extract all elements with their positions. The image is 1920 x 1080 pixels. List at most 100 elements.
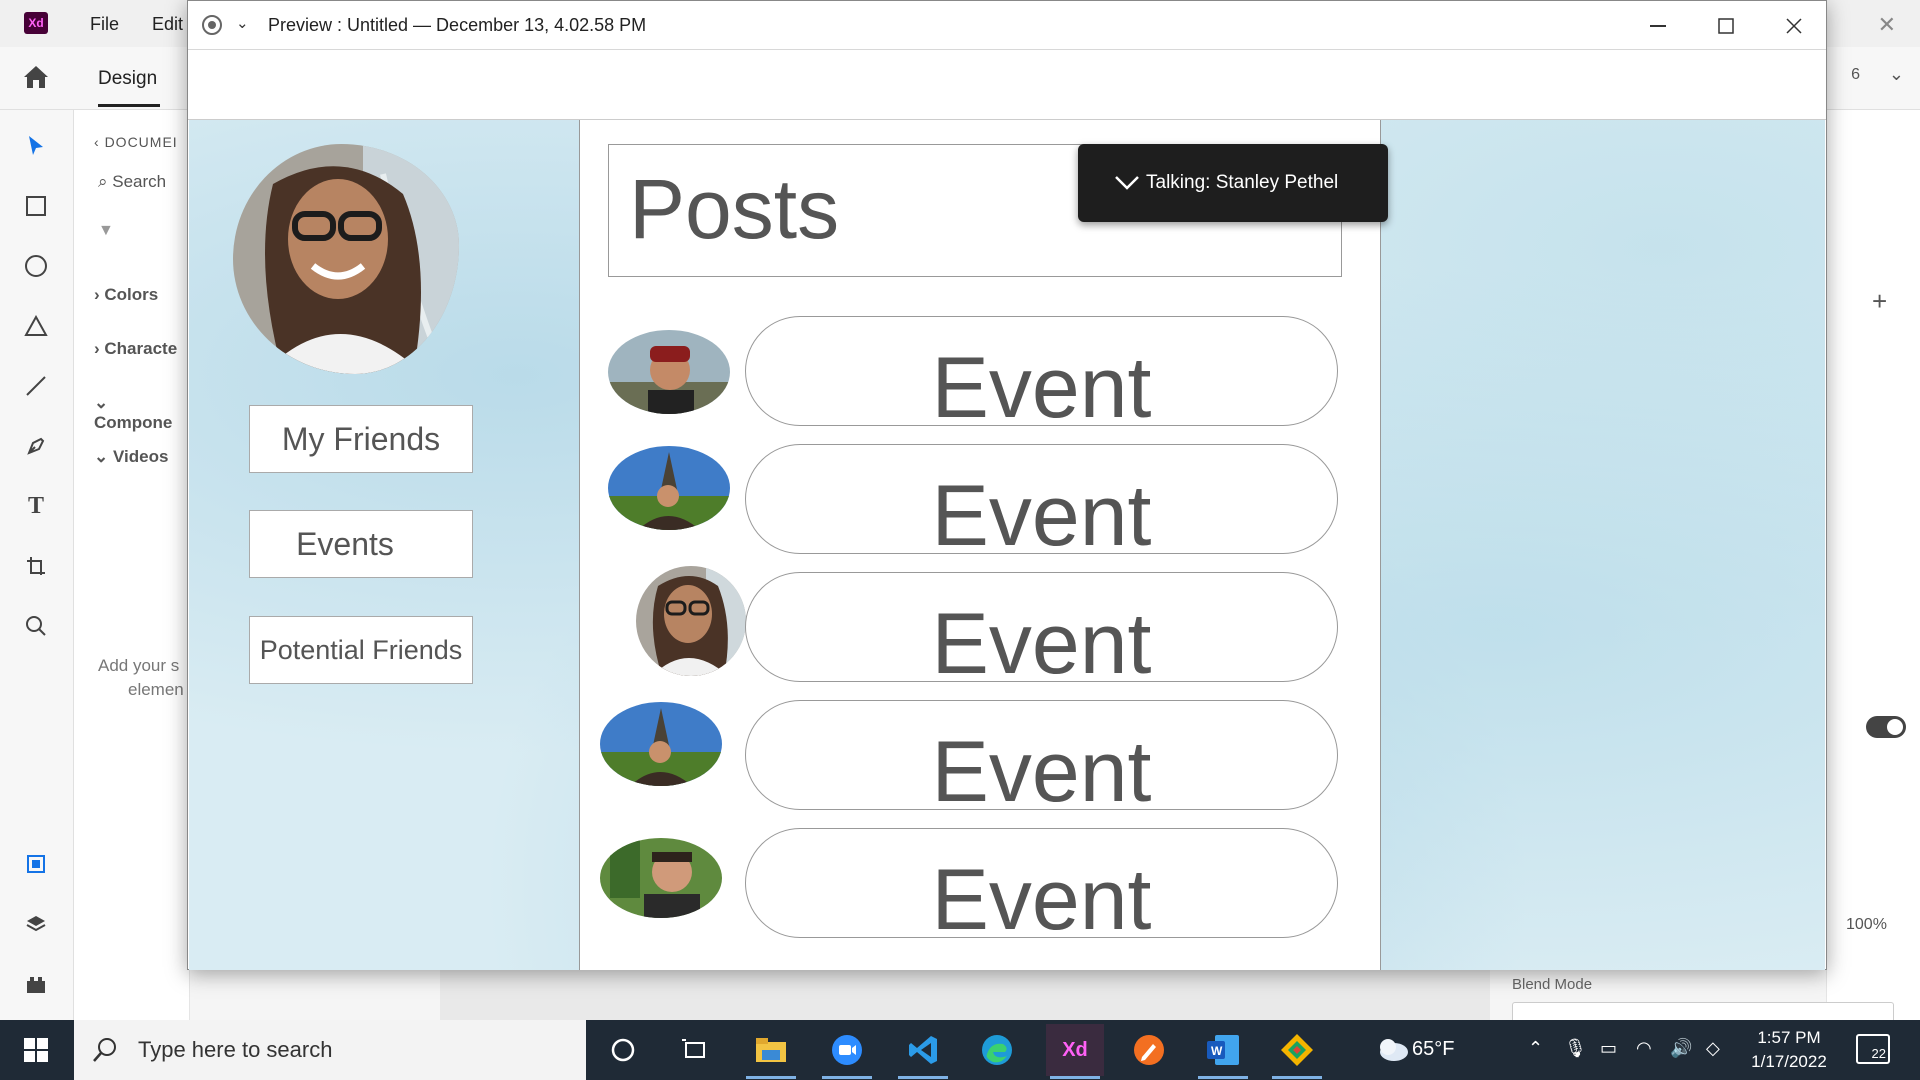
post-avatar[interactable]: [608, 446, 730, 530]
nav-potential-friends-button[interactable]: Potential Friends: [249, 616, 473, 684]
close-icon[interactable]: [1774, 11, 1814, 41]
zoom-tool-icon[interactable]: [22, 612, 50, 640]
notification-center-icon[interactable]: 22: [1856, 1034, 1890, 1064]
filter-icon[interactable]: ▼: [98, 222, 114, 240]
toggle-switch[interactable]: [1866, 716, 1906, 738]
chevron-down-icon[interactable]: ⌄: [1889, 64, 1904, 85]
menu-file[interactable]: File: [90, 14, 119, 35]
assets-panel-icon[interactable]: [22, 850, 50, 878]
artboard: My Friends Events Potential Friends Post…: [189, 120, 1825, 970]
active-indicator: [822, 1076, 872, 1079]
preview-titlebar: ⌄ Preview : Untitled — December 13, 4.02…: [188, 1, 1826, 50]
rectangle-tool-icon[interactable]: [22, 192, 50, 220]
wifi-icon[interactable]: ◠: [1636, 1038, 1652, 1059]
minimize-icon[interactable]: [1638, 11, 1678, 41]
tab-design-underline: [98, 104, 160, 107]
post-event-button[interactable]: Event: [745, 316, 1338, 426]
zoom-level-fragment[interactable]: 6: [1851, 66, 1860, 84]
svg-text:W: W: [1211, 1044, 1223, 1058]
line-tool-icon[interactable]: [22, 372, 50, 400]
ellipse-tool-icon[interactable]: [22, 252, 50, 280]
section-components-label: Compone: [94, 413, 173, 432]
cortana-icon[interactable]: [598, 1028, 648, 1072]
section-videos[interactable]: ⌄ Videos: [94, 447, 168, 467]
select-tool-icon[interactable]: [22, 132, 50, 160]
edge-icon[interactable]: [972, 1028, 1022, 1072]
blend-mode-select[interactable]: [1512, 1002, 1894, 1020]
start-button[interactable]: [0, 1020, 72, 1080]
section-character-styles[interactable]: › Characte: [94, 339, 177, 359]
posts-title: Posts: [629, 162, 840, 256]
maximize-icon[interactable]: [1706, 11, 1746, 41]
layers-panel-icon[interactable]: [22, 910, 50, 938]
document-assets-header[interactable]: ‹ DOCUMEI: [94, 134, 178, 150]
post-event-label: Event: [931, 340, 1152, 426]
dropbox-icon[interactable]: ◇: [1706, 1038, 1720, 1059]
record-icon[interactable]: [202, 15, 222, 35]
section-colors[interactable]: › Colors: [94, 285, 158, 305]
post-event-button[interactable]: Event: [745, 828, 1338, 938]
zoom-app-icon[interactable]: [822, 1028, 872, 1072]
add-icon[interactable]: +: [1872, 286, 1887, 317]
volume-icon[interactable]: 🔊: [1670, 1038, 1692, 1059]
post-row: Event: [600, 316, 1340, 428]
chevron-up-icon[interactable]: ⌃: [1528, 1038, 1543, 1059]
taskbar: Type here to search Xd W 65°F ⌃ 🎙 ▭ ◠ 🔊 …: [0, 1020, 1920, 1080]
active-indicator: [1198, 1076, 1248, 1079]
post-event-button[interactable]: Event: [745, 572, 1338, 682]
post-avatar[interactable]: [636, 566, 746, 676]
artboard-tool-icon[interactable]: [22, 552, 50, 580]
active-indicator: [898, 1076, 948, 1079]
tools-toolbar: T: [0, 110, 74, 1020]
search-icon: ⌕: [98, 172, 113, 191]
assets-search[interactable]: ⌕ Search: [98, 172, 166, 192]
nav-events-button[interactable]: Events: [249, 510, 473, 578]
document-assets-label: DOCUMEI: [104, 134, 178, 150]
section-components[interactable]: ⌄ Compone: [94, 393, 189, 433]
nav-events-label: Events: [296, 525, 394, 562]
post-event-label: Event: [931, 852, 1152, 938]
pen-tool-icon[interactable]: [22, 432, 50, 460]
active-indicator: [1272, 1076, 1322, 1079]
weather-temperature[interactable]: 65°F: [1412, 1038, 1454, 1061]
post-avatar[interactable]: [600, 838, 722, 918]
voice-talking-indicator[interactable]: Talking: Stanley Pethel: [1078, 144, 1388, 222]
pencil-app-icon[interactable]: [1124, 1028, 1174, 1072]
section-colors-label: Colors: [104, 285, 159, 304]
word-icon[interactable]: W: [1198, 1028, 1248, 1072]
post-event-button[interactable]: Event: [745, 444, 1338, 554]
close-icon[interactable]: ✕: [1878, 12, 1896, 38]
post-avatar[interactable]: [600, 702, 722, 786]
text-tool-icon[interactable]: T: [22, 492, 50, 520]
adobe-xd-taskbar-icon[interactable]: Xd: [1046, 1024, 1104, 1076]
task-view-icon[interactable]: [670, 1028, 720, 1072]
taskbar-search[interactable]: Type here to search: [74, 1020, 586, 1080]
home-icon[interactable]: [22, 64, 50, 90]
profile-photo[interactable]: [233, 144, 459, 374]
clock-date: 1/17/2022: [1751, 1052, 1827, 1071]
file-explorer-icon[interactable]: [746, 1028, 796, 1072]
battery-icon[interactable]: ▭: [1600, 1038, 1617, 1059]
nav-my-friends-button[interactable]: My Friends: [249, 405, 473, 473]
menu-edit[interactable]: Edit: [152, 14, 183, 35]
post-avatar[interactable]: [608, 330, 730, 414]
opacity-value[interactable]: 100%: [1846, 916, 1887, 934]
active-indicator: [746, 1076, 796, 1079]
weather-cloud-icon[interactable]: [1376, 1036, 1410, 1062]
triangle-tool-icon[interactable]: [22, 312, 50, 340]
posts-panel: Posts Event Event Event Event Event: [579, 120, 1381, 970]
vscode-icon[interactable]: [898, 1028, 948, 1072]
microphone-icon[interactable]: 🎙: [1564, 1038, 1587, 1059]
blend-mode-label: Blend Mode: [1512, 976, 1593, 993]
post-event-button[interactable]: Event: [745, 700, 1338, 810]
post-row: Event: [600, 566, 1340, 684]
preview-window: ⌄ Preview : Untitled — December 13, 4.02…: [187, 0, 1827, 970]
git-client-icon[interactable]: [1272, 1028, 1322, 1072]
search-icon: [93, 1038, 116, 1062]
taskbar-search-placeholder: Type here to search: [138, 1037, 333, 1062]
post-event-label: Event: [931, 596, 1152, 682]
plugins-panel-icon[interactable]: [22, 970, 50, 998]
tab-design[interactable]: Design: [98, 68, 157, 90]
taskbar-clock[interactable]: 1:57 PM 1/17/2022: [1746, 1026, 1832, 1074]
chevron-down-icon[interactable]: ⌄: [236, 14, 249, 32]
